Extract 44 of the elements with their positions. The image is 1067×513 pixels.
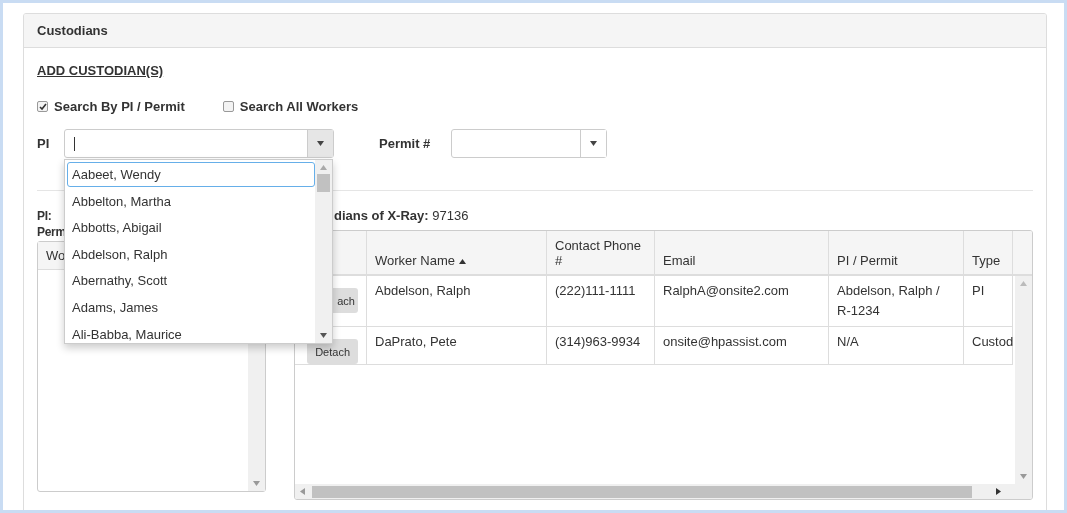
dropdown-option[interactable]: Abbotts, Abigail: [67, 215, 315, 241]
column-header[interactable]: Worker Name: [367, 231, 547, 276]
column-header[interactable]: Contact Phone #: [547, 231, 655, 276]
scrollbar[interactable]: [1015, 276, 1032, 484]
scrollbar-thumb[interactable]: [312, 485, 972, 498]
table-heading: dians of X-Ray: 97136: [334, 208, 470, 224]
scroll-right-icon[interactable]: [995, 488, 1002, 495]
dropdown-option[interactable]: Abernathy, Scott: [67, 268, 315, 294]
panel-title: Custodians: [24, 14, 1046, 48]
column-header[interactable]: PI / Permit: [829, 231, 964, 276]
table-cell: (314)963-9934: [547, 327, 655, 365]
table-cell: (222)111-1111: [547, 276, 655, 327]
dropdown-option[interactable]: Abbelton, Martha: [67, 188, 315, 214]
table-cell: RalphA@onsite2.com: [655, 276, 829, 327]
table-cell: Custod: [964, 327, 1013, 365]
horizontal-scrollbar[interactable]: [295, 484, 1032, 499]
dropdown-option[interactable]: Aabeet, Wendy: [67, 162, 315, 187]
scrollbar[interactable]: [315, 160, 332, 343]
info-label: PI:: [37, 208, 52, 224]
text-cursor-icon: [74, 136, 75, 151]
table-cell: Abdelson, Ralph / R-1234: [829, 276, 964, 327]
scroll-up-icon[interactable]: [1020, 280, 1027, 287]
caret-icon[interactable]: [317, 140, 324, 147]
header-cell: [1013, 231, 1032, 276]
sort-icon[interactable]: [458, 258, 466, 265]
table-cell: N/A: [829, 327, 964, 365]
field-label: Permit #: [379, 136, 432, 151]
column-header[interactable]: Type: [964, 231, 1013, 276]
table-cell: onsite@hpassist.com: [655, 327, 829, 365]
field-label: PI: [37, 136, 51, 151]
column-header[interactable]: Email: [655, 231, 829, 276]
caret-icon[interactable]: [590, 140, 597, 147]
table-cell: DaPrato, Pete: [367, 327, 547, 365]
scroll-left-icon[interactable]: [299, 488, 306, 495]
checkbox[interactable]: [37, 101, 48, 112]
dropdown-option[interactable]: Adams, James: [67, 294, 315, 320]
checkbox-label: Search All Workers: [239, 99, 359, 114]
checkbox[interactable]: [222, 101, 234, 112]
table-cell: Abdelson, Ralph: [367, 276, 547, 327]
scrollbar-thumb[interactable]: [317, 174, 330, 192]
add-custodian-link[interactable]: ADD CUSTODIAN(S): [37, 63, 164, 78]
checkbox-label: Search By PI / Permit: [54, 99, 185, 114]
scroll-up-icon[interactable]: [320, 164, 327, 171]
table-cell: PI: [964, 276, 1013, 327]
